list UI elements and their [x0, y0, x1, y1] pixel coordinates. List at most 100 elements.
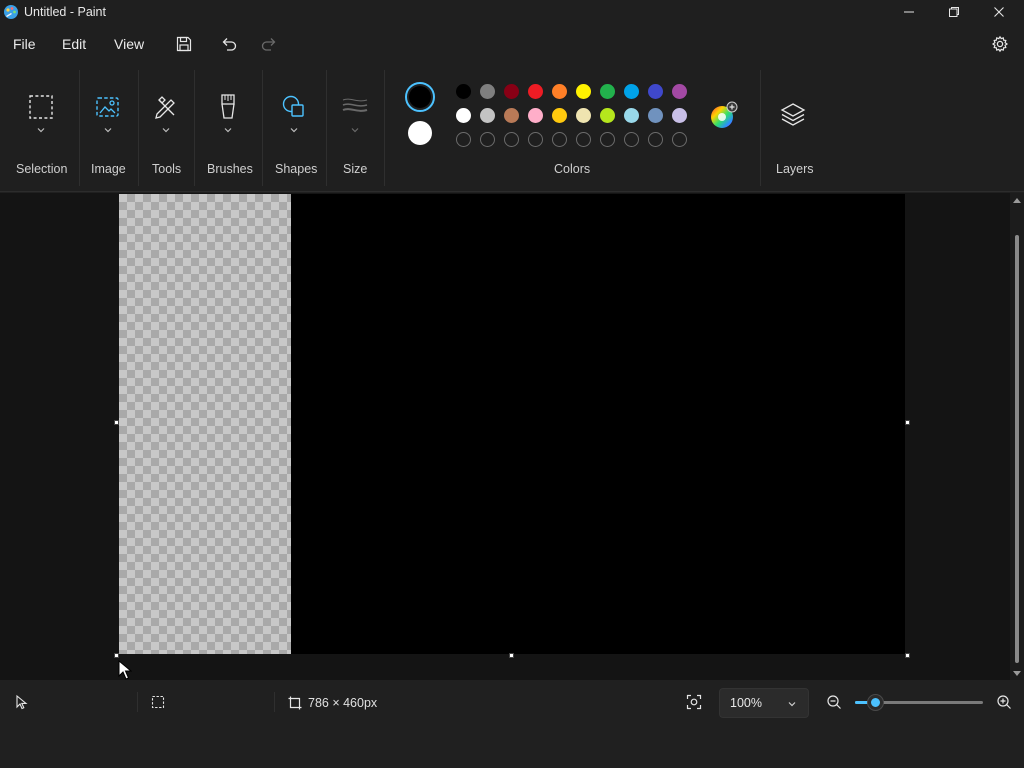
scroll-down-icon[interactable]	[1013, 671, 1021, 677]
shapes-tool-group[interactable]: Shapes	[262, 64, 326, 192]
palette-color-swatch[interactable]	[648, 108, 663, 123]
palette-color-swatch[interactable]	[648, 84, 663, 99]
layers-label: Layers	[776, 162, 814, 176]
zoom-out-icon[interactable]	[826, 694, 842, 710]
palette-color-swatch[interactable]	[504, 108, 519, 123]
close-icon	[994, 7, 1004, 17]
menu-file[interactable]: File	[13, 36, 36, 52]
selection-label: Selection	[16, 162, 68, 176]
palette-color-swatch[interactable]	[480, 84, 495, 99]
paint-app-icon	[4, 5, 18, 19]
status-bar: 786 × 460px 100%	[0, 680, 1024, 768]
custom-color-slot[interactable]	[552, 132, 567, 147]
palette-color-swatch[interactable]	[576, 84, 591, 99]
custom-color-slot[interactable]	[456, 132, 471, 147]
custom-color-slot[interactable]	[600, 132, 615, 147]
palette-color-swatch[interactable]	[624, 84, 639, 99]
palette-color-swatch[interactable]	[528, 84, 543, 99]
layers-icon	[780, 103, 806, 126]
custom-color-slot[interactable]	[672, 132, 687, 147]
resize-handle-left[interactable]	[114, 420, 119, 425]
resize-handle-bottom-right[interactable]	[905, 653, 910, 658]
edit-colors-button[interactable]	[708, 100, 740, 132]
resize-handle-bottom[interactable]	[509, 653, 514, 658]
chevron-down-icon	[351, 128, 359, 133]
redo-icon	[261, 38, 276, 51]
scrollbar-thumb[interactable]	[1015, 235, 1019, 663]
primary-color-swatch[interactable]	[405, 82, 435, 112]
chevron-down-icon	[224, 128, 232, 133]
image-label: Image	[91, 162, 126, 176]
palette-color-swatch[interactable]	[456, 84, 471, 99]
colors-group: Colors	[384, 64, 760, 192]
vertical-scrollbar[interactable]	[1010, 193, 1024, 680]
palette-color-swatch[interactable]	[600, 84, 615, 99]
pencil-eraser-icon	[155, 96, 175, 119]
resize-handle-right[interactable]	[905, 420, 910, 425]
window-title: Untitled - Paint	[24, 5, 106, 19]
redo-button[interactable]	[254, 30, 284, 58]
ribbon: Selection Image Tools Brushes Shapes Siz…	[0, 64, 1024, 192]
line-size-icon	[342, 98, 368, 112]
tools-tool-group[interactable]: Tools	[138, 64, 194, 192]
settings-button[interactable]	[985, 30, 1015, 58]
brushes-label: Brushes	[207, 162, 253, 176]
menu-edit[interactable]: Edit	[62, 36, 86, 52]
palette-color-swatch[interactable]	[672, 108, 687, 123]
palette-color-swatch[interactable]	[600, 108, 615, 123]
palette-color-swatch[interactable]	[480, 108, 495, 123]
palette-color-swatch[interactable]	[504, 84, 519, 99]
close-button[interactable]	[976, 0, 1022, 24]
zoom-in-icon[interactable]	[996, 694, 1012, 710]
menu-bar: File Edit View	[0, 24, 1024, 64]
size-tool-group[interactable]: Size	[326, 64, 384, 192]
brush-icon	[221, 94, 235, 119]
zoom-dropdown[interactable]: 100%	[719, 688, 809, 718]
colors-label: Colors	[554, 162, 591, 176]
undo-button[interactable]	[214, 30, 244, 58]
save-icon	[176, 36, 192, 52]
fit-to-window-icon[interactable]	[686, 694, 702, 710]
custom-color-slot[interactable]	[648, 132, 663, 147]
palette-color-swatch[interactable]	[672, 84, 687, 99]
zoom-slider-thumb[interactable]	[867, 695, 883, 710]
palette-color-swatch[interactable]	[456, 108, 471, 123]
custom-color-slot[interactable]	[480, 132, 495, 147]
cursor-position-icon	[16, 694, 28, 710]
chevron-down-icon	[290, 128, 298, 133]
resize-handle-bottom-left[interactable]	[114, 653, 119, 658]
zoom-value: 100%	[730, 696, 762, 710]
undo-icon	[222, 38, 237, 51]
save-button[interactable]	[169, 30, 199, 58]
menu-view[interactable]: View	[114, 36, 144, 52]
chevron-down-icon	[162, 128, 170, 133]
restore-button[interactable]	[931, 0, 977, 24]
shapes-label: Shapes	[275, 162, 318, 176]
selection-size-icon	[151, 695, 165, 709]
title-bar: Untitled - Paint	[0, 0, 1024, 24]
canvas-size-icon	[288, 696, 302, 710]
layers-button[interactable]: Layers	[760, 64, 826, 192]
palette-color-swatch[interactable]	[624, 108, 639, 123]
primary-color-fill	[409, 86, 431, 108]
chevron-down-icon	[788, 702, 796, 707]
image-tool-group[interactable]: Image	[80, 64, 138, 192]
minimize-icon	[904, 11, 914, 13]
scroll-up-icon[interactable]	[1013, 197, 1021, 203]
custom-color-slot[interactable]	[504, 132, 519, 147]
secondary-color-swatch[interactable]	[408, 121, 432, 145]
tools-label: Tools	[152, 162, 182, 176]
minimize-button[interactable]	[886, 0, 932, 24]
custom-color-slot[interactable]	[528, 132, 543, 147]
custom-color-slot[interactable]	[624, 132, 639, 147]
selection-tool-group[interactable]: Selection	[0, 64, 80, 192]
palette-color-swatch[interactable]	[528, 108, 543, 123]
transparent-region[interactable]	[119, 194, 291, 654]
palette-color-swatch[interactable]	[552, 108, 567, 123]
palette-color-swatch[interactable]	[552, 84, 567, 99]
brushes-tool-group[interactable]: Brushes	[194, 64, 262, 192]
palette-color-swatch[interactable]	[576, 108, 591, 123]
custom-color-slot[interactable]	[576, 132, 591, 147]
chevron-down-icon	[104, 128, 112, 133]
shapes-icon	[282, 95, 304, 117]
